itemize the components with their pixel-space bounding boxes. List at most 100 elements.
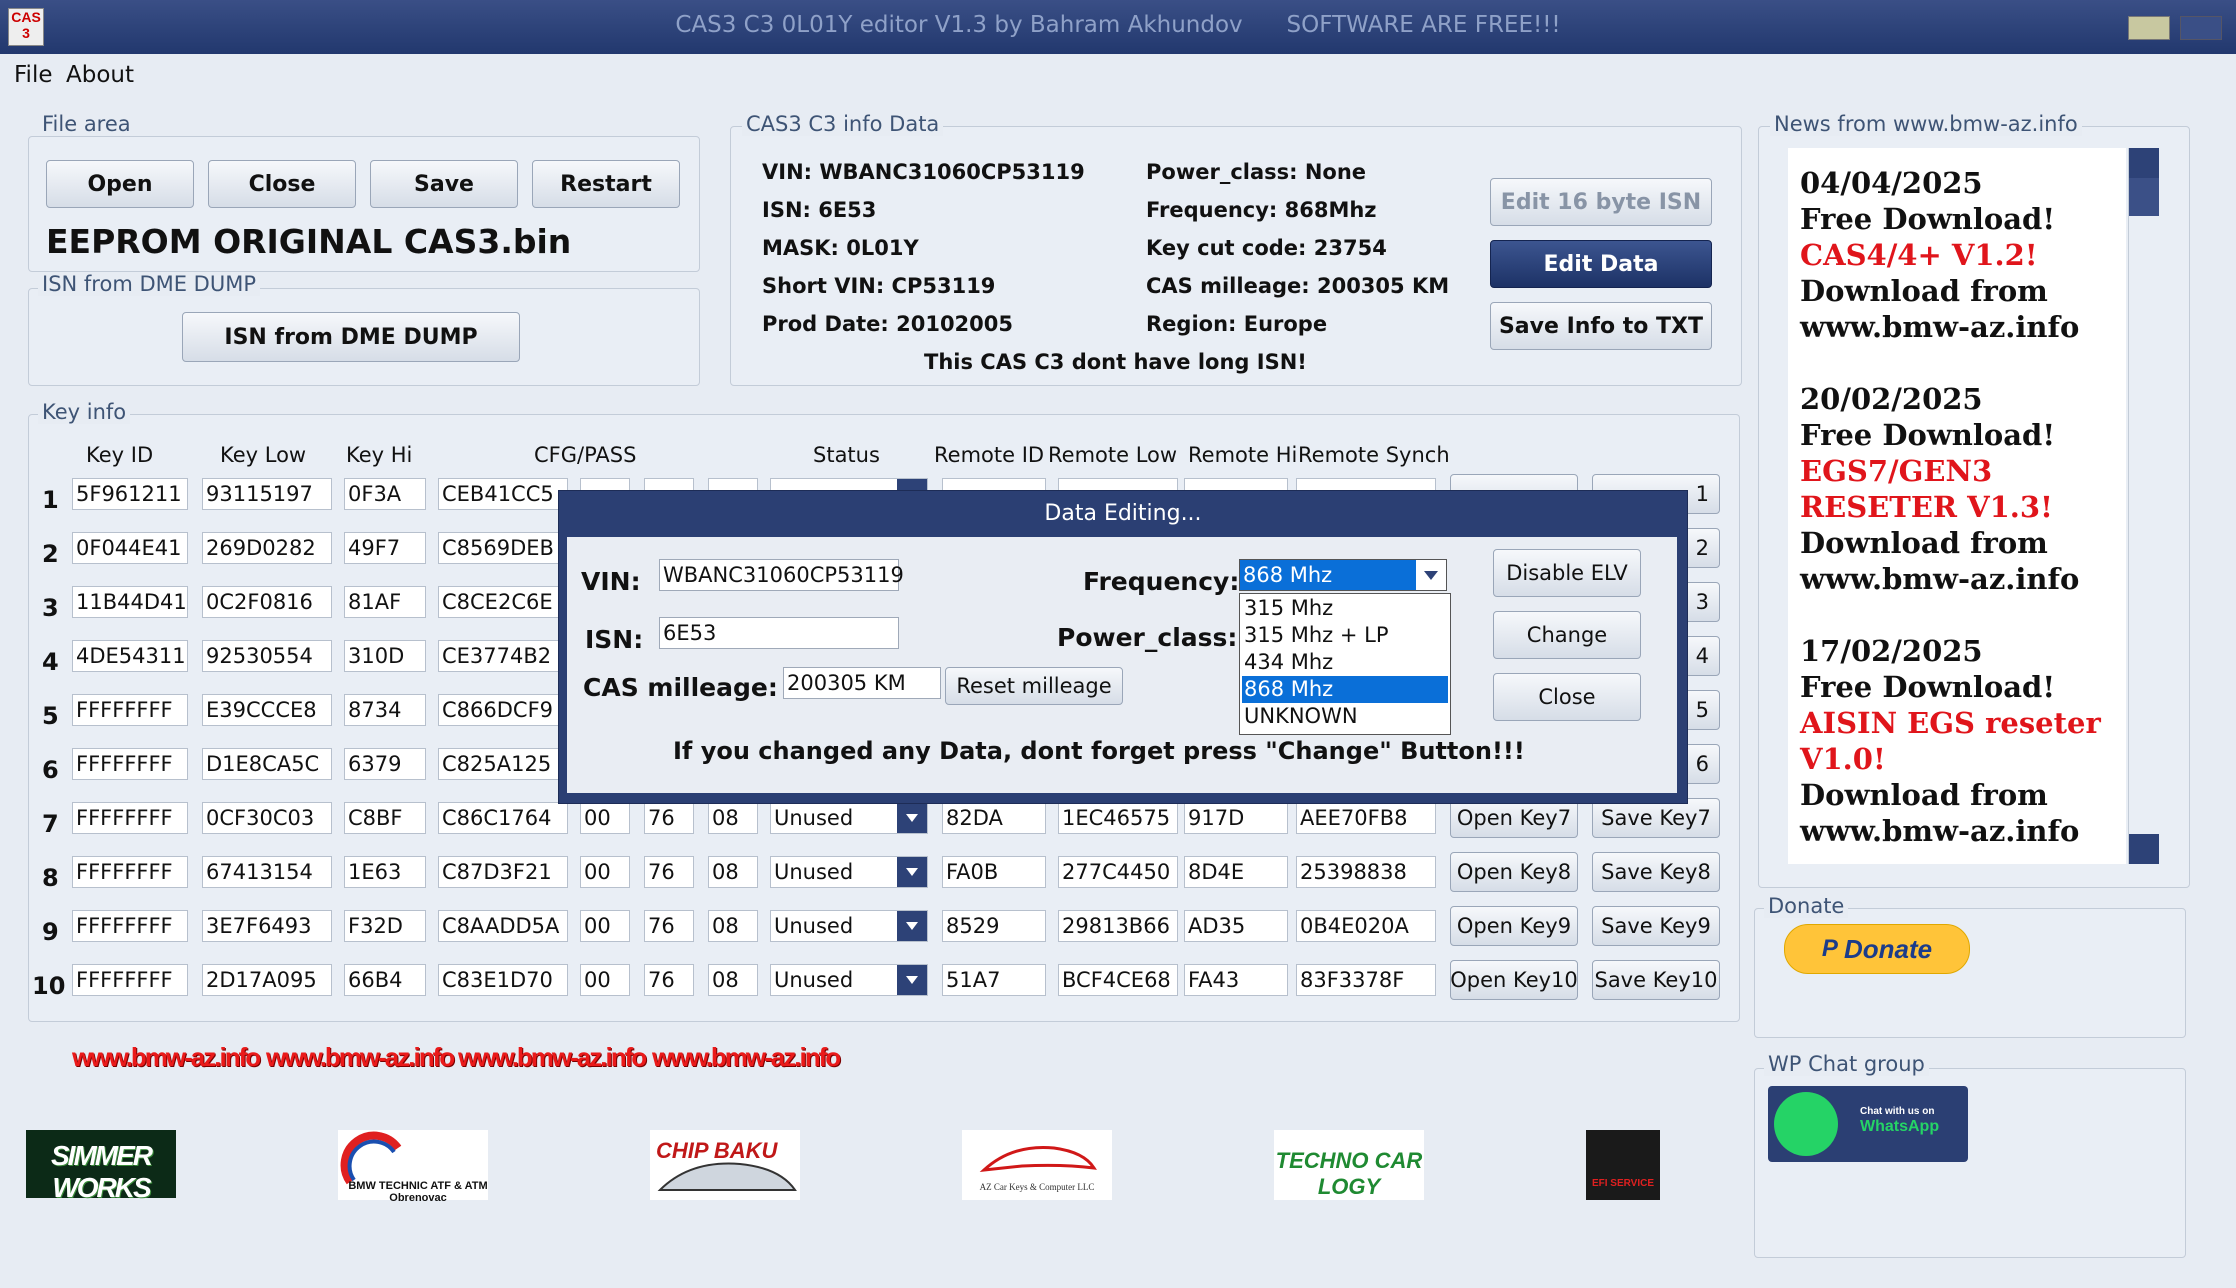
key-id-cell[interactable]: FFFFFFFF [72, 694, 188, 726]
remote-hi-cell[interactable]: FA43 [1184, 964, 1288, 996]
cfg-pass-cell[interactable]: C866DCF9 [438, 694, 568, 726]
open-key-button[interactable]: Open Key7 [1450, 798, 1578, 838]
key-low-cell[interactable]: 269D0282 [202, 532, 332, 564]
key-id-cell[interactable]: FFFFFFFF [72, 856, 188, 888]
cfg-pass-cell[interactable]: CE3774B2 [438, 640, 568, 672]
key-hi-cell[interactable]: 66B4 [344, 964, 426, 996]
chevron-down-icon[interactable] [897, 965, 927, 995]
save-key-button[interactable]: Save Key8 [1592, 852, 1720, 892]
cfg-byte3-cell[interactable]: 08 [708, 910, 758, 942]
key-hi-cell[interactable]: 8734 [344, 694, 426, 726]
cfg-byte1-cell[interactable]: 00 [580, 964, 630, 996]
key-low-cell[interactable]: 2D17A095 [202, 964, 332, 996]
link-bmw-az-4[interactable]: www.bmw-az.info [652, 1042, 841, 1073]
cfg-pass-cell[interactable]: C83E1D70 [438, 964, 568, 996]
isn-from-dme-button[interactable]: ISN from DME DUMP [182, 312, 520, 362]
vin-input[interactable]: WBANC31060CP53119 [659, 559, 904, 591]
freq-option-434[interactable]: 434 Mhz [1242, 649, 1448, 676]
cfg-pass-cell[interactable]: C8AADD5A [438, 910, 568, 942]
open-key-button[interactable]: Open Key8 [1450, 852, 1578, 892]
scroll-down-icon[interactable] [2129, 834, 2159, 864]
status-select[interactable]: Unused [770, 856, 928, 888]
key-id-cell[interactable]: FFFFFFFF [72, 802, 188, 834]
remote-id-cell[interactable]: 51A7 [942, 964, 1046, 996]
remote-synch-cell[interactable]: 0B4E020A [1296, 910, 1436, 942]
key-hi-cell[interactable]: C8BF [344, 802, 426, 834]
logo-techno-car-logy[interactable]: TECHNO CAR LOGY [1274, 1130, 1424, 1200]
disable-elv-button[interactable]: Disable ELV [1493, 549, 1641, 597]
remote-low-cell[interactable]: 1EC46575 [1058, 802, 1178, 834]
freq-option-868[interactable]: 868 Mhz [1242, 676, 1448, 703]
chevron-down-icon[interactable] [897, 803, 927, 833]
chevron-down-icon[interactable] [1416, 560, 1446, 590]
isn-input[interactable]: 6E53 [659, 617, 899, 649]
restart-button[interactable]: Restart [532, 160, 680, 208]
key-hi-cell[interactable]: 6379 [344, 748, 426, 780]
remote-id-cell[interactable]: 82DA [942, 802, 1046, 834]
donate-button[interactable]: P Donate [1784, 924, 1970, 974]
key-id-cell[interactable]: FFFFFFFF [72, 964, 188, 996]
chevron-down-icon[interactable] [897, 911, 927, 941]
remote-low-cell[interactable]: 29813B66 [1058, 910, 1178, 942]
save-key-button[interactable]: Save Key7 [1592, 798, 1720, 838]
logo-chip-baku[interactable]: CHIP BAKU [650, 1130, 800, 1200]
change-button[interactable]: Change [1493, 611, 1641, 659]
remote-low-cell[interactable]: 277C4450 [1058, 856, 1178, 888]
save-info-txt-button[interactable]: Save Info to TXT [1490, 302, 1712, 350]
link-bmw-az-3[interactable]: www.bmw-az.info [458, 1042, 647, 1073]
key-low-cell[interactable]: 0C2F0816 [202, 586, 332, 618]
key-low-cell[interactable]: D1E8CA5C [202, 748, 332, 780]
key-hi-cell[interactable]: 81AF [344, 586, 426, 618]
key-low-cell[interactable]: 92530554 [202, 640, 332, 672]
news-title-2a[interactable]: EGS7/GEN3 [1800, 454, 1992, 488]
remote-synch-cell[interactable]: 25398838 [1296, 856, 1436, 888]
remote-id-cell[interactable]: FA0B [942, 856, 1046, 888]
cfg-byte1-cell[interactable]: 00 [580, 856, 630, 888]
menu-file[interactable]: File [14, 62, 53, 88]
freq-option-315[interactable]: 315 Mhz [1242, 595, 1448, 622]
remote-low-cell[interactable]: BCF4CE68 [1058, 964, 1178, 996]
cfg-byte2-cell[interactable]: 76 [644, 856, 694, 888]
open-key-button[interactable]: Open Key10 [1450, 960, 1578, 1000]
dialog-close-button[interactable]: Close [1493, 673, 1641, 721]
cfg-pass-cell[interactable]: C8569DEB [438, 532, 568, 564]
edit-data-button[interactable]: Edit Data [1490, 240, 1712, 288]
chevron-down-icon[interactable] [897, 857, 927, 887]
cfg-byte2-cell[interactable]: 76 [644, 802, 694, 834]
remote-hi-cell[interactable]: 8D4E [1184, 856, 1288, 888]
key-low-cell[interactable]: 0CF30C03 [202, 802, 332, 834]
cfg-pass-cell[interactable]: C86C1764 [438, 802, 568, 834]
open-key-button[interactable]: Open Key9 [1450, 906, 1578, 946]
logo-efi-service[interactable]: EFI SERVICE [1586, 1130, 1660, 1200]
news-title-3b[interactable]: V1.0! [1800, 742, 1886, 776]
logo-simmer-works[interactable]: SIMMER WORKS [26, 1130, 176, 1203]
status-select[interactable]: Unused [770, 802, 928, 834]
remote-synch-cell[interactable]: AEE70FB8 [1296, 802, 1436, 834]
scroll-up-icon[interactable] [2129, 148, 2159, 178]
menu-about[interactable]: About [66, 62, 134, 88]
save-button[interactable]: Save [370, 160, 518, 208]
key-id-cell[interactable]: 11B44D41 [72, 586, 188, 618]
cfg-byte3-cell[interactable]: 08 [708, 802, 758, 834]
key-hi-cell[interactable]: F32D [344, 910, 426, 942]
frequency-dropdown[interactable]: 315 Mhz 315 Mhz + LP 434 Mhz 868 Mhz UNK… [1239, 593, 1451, 735]
scroll-thumb[interactable] [2129, 178, 2159, 216]
save-key-button[interactable]: Save Key10 [1592, 960, 1720, 1000]
cfg-byte3-cell[interactable]: 08 [708, 856, 758, 888]
cfg-pass-cell[interactable]: C87D3F21 [438, 856, 568, 888]
cfg-byte2-cell[interactable]: 76 [644, 964, 694, 996]
freq-option-unknown[interactable]: UNKNOWN [1242, 703, 1448, 730]
key-id-cell[interactable]: FFFFFFFF [72, 910, 188, 942]
cfg-pass-cell[interactable]: CEB41CC5 [438, 478, 568, 510]
mileage-input[interactable]: 200305 KM [783, 667, 941, 699]
close-file-button[interactable]: Close [208, 160, 356, 208]
key-low-cell[interactable]: 93115197 [202, 478, 332, 510]
remote-id-cell[interactable]: 8529 [942, 910, 1046, 942]
logo-az-car-keys[interactable]: AZ Car Keys & Computer LLC [962, 1130, 1112, 1200]
remote-hi-cell[interactable]: 917D [1184, 802, 1288, 834]
news-scrollbar[interactable] [2128, 148, 2159, 864]
cfg-byte3-cell[interactable]: 08 [708, 964, 758, 996]
cfg-pass-cell[interactable]: C825A125 [438, 748, 568, 780]
key-id-cell[interactable]: 5F961211 [72, 478, 188, 510]
remote-synch-cell[interactable]: 83F3378F [1296, 964, 1436, 996]
